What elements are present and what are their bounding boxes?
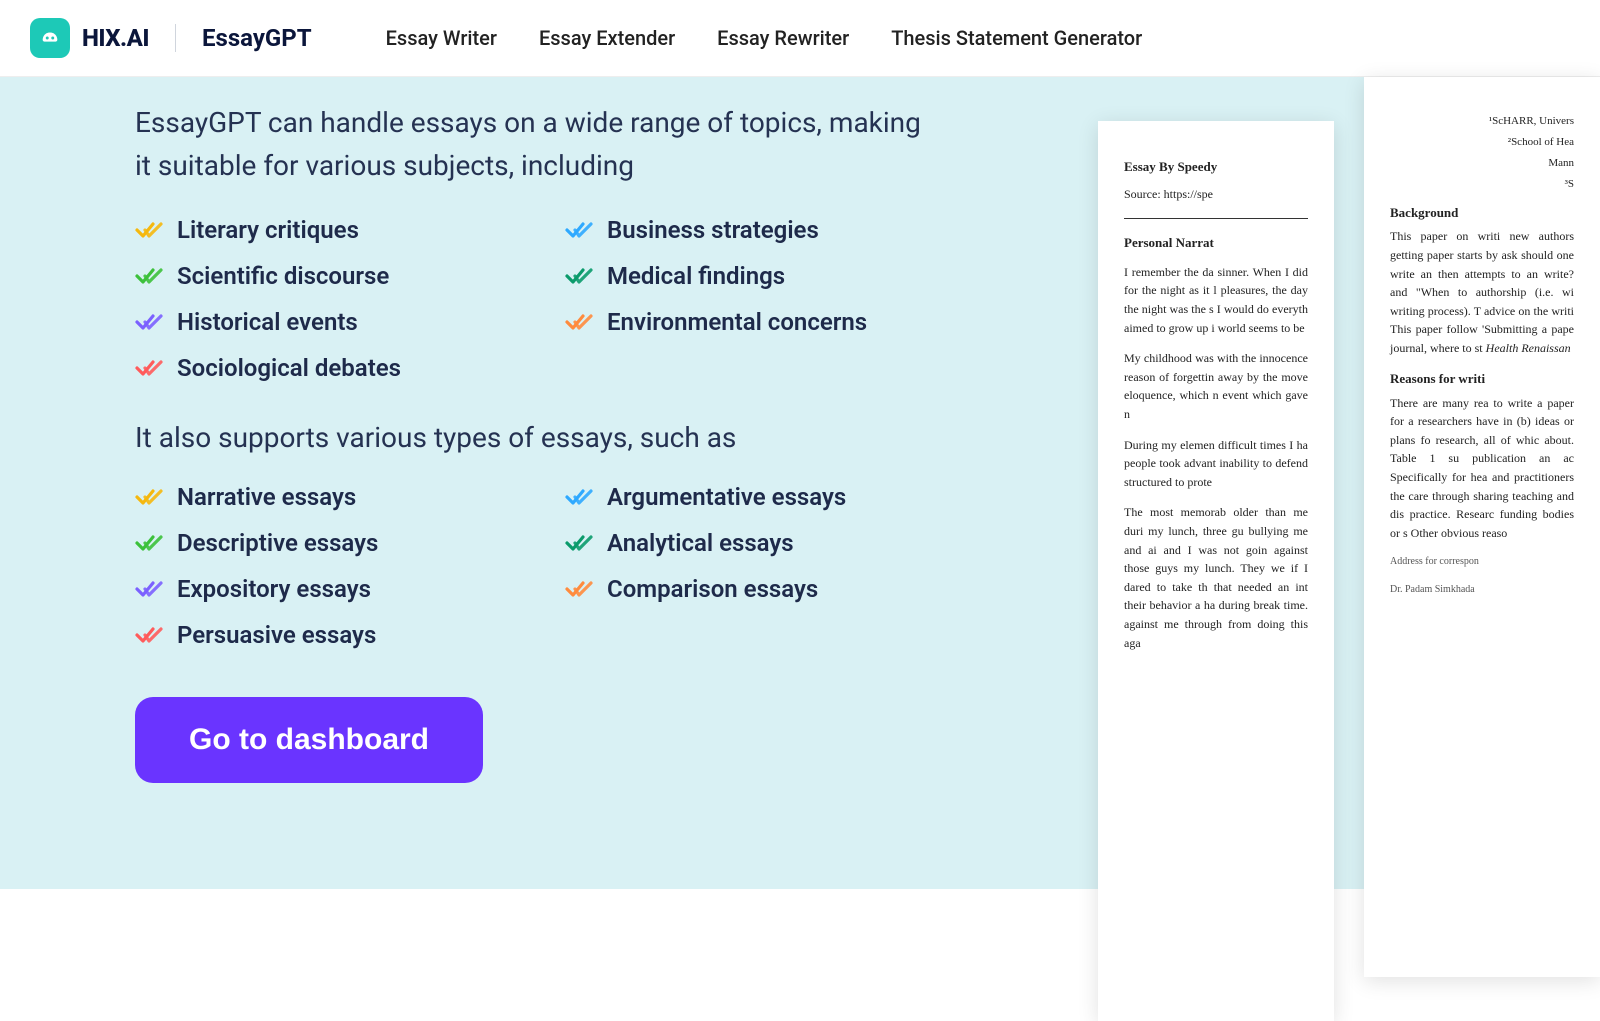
divider — [175, 24, 176, 52]
type-left-label-0: Narrative essays — [177, 483, 356, 511]
topic-left-label-0: Literary critiques — [177, 216, 359, 244]
brand-text: HIX.AI — [82, 24, 149, 52]
doc2-p2: There are many rea to write a paper for … — [1390, 394, 1574, 543]
type-left-2: Expository essays — [135, 575, 565, 603]
logo-icon — [30, 18, 70, 58]
double-check-icon — [565, 266, 593, 286]
intro-text-1: EssayGPT can handle essays on a wide ran… — [135, 101, 935, 188]
nav-essay-extender[interactable]: Essay Extender — [539, 26, 675, 50]
topic-left-label-3: Sociological debates — [177, 354, 401, 382]
types-columns: Narrative essays Descriptive essays Exposi… — [135, 483, 1080, 649]
product-name: EssayGPT — [202, 24, 312, 52]
double-check-icon — [135, 533, 163, 553]
topic-right-1: Medical findings — [565, 262, 995, 290]
type-left-3: Persuasive essays — [135, 621, 565, 649]
doc2-aff4: ³S — [1390, 176, 1574, 193]
double-check-icon — [135, 266, 163, 286]
doc1-source: Source: https://spe — [1124, 185, 1308, 204]
double-check-icon — [135, 487, 163, 507]
main-nav: Essay Writer Essay Extender Essay Rewrit… — [386, 26, 1143, 50]
types-col-right: Argumentative essays Analytical essays Com… — [565, 483, 995, 649]
topic-right-0: Business strategies — [565, 216, 995, 244]
double-check-icon — [565, 220, 593, 240]
types-col-left: Narrative essays Descriptive essays Exposi… — [135, 483, 565, 649]
doc2-aff3: Mann — [1390, 155, 1574, 172]
double-check-icon — [565, 312, 593, 332]
logo-group[interactable]: HIX.AI EssayGPT — [30, 18, 312, 58]
doc1-divider — [1124, 218, 1308, 219]
topics-col-right: Business strategies Medical findings Envir… — [565, 216, 995, 382]
go-to-dashboard-button[interactable]: Go to dashboard — [135, 697, 483, 783]
type-right-label-2: Comparison essays — [607, 575, 818, 603]
topics-columns: Literary critiques Scientific discourse Hi… — [135, 216, 1080, 382]
header: HIX.AI EssayGPT Essay Writer Essay Exten… — [0, 0, 1600, 77]
doc2-p1: This paper on writi new authors getting … — [1390, 227, 1574, 357]
doc2-h1: Background — [1390, 203, 1574, 223]
topic-right-label-1: Medical findings — [607, 262, 785, 290]
double-check-icon — [135, 312, 163, 332]
doc1-p1: I remember the da sinner. When I did for… — [1124, 263, 1308, 337]
type-right-label-1: Analytical essays — [607, 529, 794, 557]
hero-content: EssayGPT can handle essays on a wide ran… — [0, 77, 1080, 889]
type-left-1: Descriptive essays — [135, 529, 565, 557]
topic-left-3: Sociological debates — [135, 354, 565, 382]
double-check-icon — [565, 487, 593, 507]
doc1-p4: The most memorab older than me duri my l… — [1124, 503, 1308, 652]
nav-essay-writer[interactable]: Essay Writer — [386, 26, 497, 50]
topic-right-2: Environmental concerns — [565, 308, 995, 336]
document-previews: Essay By Speedy Source: https://spe Pers… — [1098, 77, 1600, 1021]
doc1-p3: During my elemen difficult times I ha pe… — [1124, 436, 1308, 492]
doc1-p2: My childhood was with the innocence reas… — [1124, 349, 1308, 423]
double-check-icon — [135, 358, 163, 378]
topic-left-label-1: Scientific discourse — [177, 262, 389, 290]
type-left-label-2: Expository essays — [177, 575, 371, 603]
doc1-title: Essay By Speedy — [1124, 157, 1308, 177]
topics-col-left: Literary critiques Scientific discourse Hi… — [135, 216, 565, 382]
nav-essay-rewriter[interactable]: Essay Rewriter — [717, 26, 849, 50]
double-check-icon — [135, 579, 163, 599]
topic-right-label-2: Environmental concerns — [607, 308, 867, 336]
doc2-aff2: ²School of Hea — [1390, 134, 1574, 151]
type-left-label-3: Persuasive essays — [177, 621, 376, 649]
double-check-icon — [135, 625, 163, 645]
topic-left-2: Historical events — [135, 308, 565, 336]
doc2-aff1: ¹ScHARR, Univers — [1390, 113, 1574, 130]
type-right-0: Argumentative essays — [565, 483, 995, 511]
type-right-1: Analytical essays — [565, 529, 995, 557]
topic-left-1: Scientific discourse — [135, 262, 565, 290]
double-check-icon — [565, 533, 593, 553]
document-preview-1: Essay By Speedy Source: https://spe Pers… — [1098, 121, 1334, 1021]
intro-text-2: It also supports various types of essays… — [135, 416, 1080, 459]
topic-left-label-2: Historical events — [177, 308, 358, 336]
type-right-2: Comparison essays — [565, 575, 995, 603]
doc1-subtitle: Personal Narrat — [1124, 233, 1308, 253]
doc2-small2: Dr. Padam Simkhada — [1390, 582, 1574, 598]
type-right-label-0: Argumentative essays — [607, 483, 846, 511]
hero-section: EssayGPT can handle essays on a wide ran… — [0, 77, 1600, 889]
double-check-icon — [135, 220, 163, 240]
doc2-small1: Address for correspon — [1390, 554, 1574, 570]
doc2-h2: Reasons for writi — [1390, 369, 1574, 389]
document-preview-2: ¹ScHARR, Univers ²School of Hea Mann ³S … — [1364, 77, 1600, 977]
nav-thesis-generator[interactable]: Thesis Statement Generator — [891, 26, 1142, 50]
topic-left-0: Literary critiques — [135, 216, 565, 244]
topic-right-label-0: Business strategies — [607, 216, 819, 244]
type-left-label-1: Descriptive essays — [177, 529, 378, 557]
double-check-icon — [565, 579, 593, 599]
type-left-0: Narrative essays — [135, 483, 565, 511]
